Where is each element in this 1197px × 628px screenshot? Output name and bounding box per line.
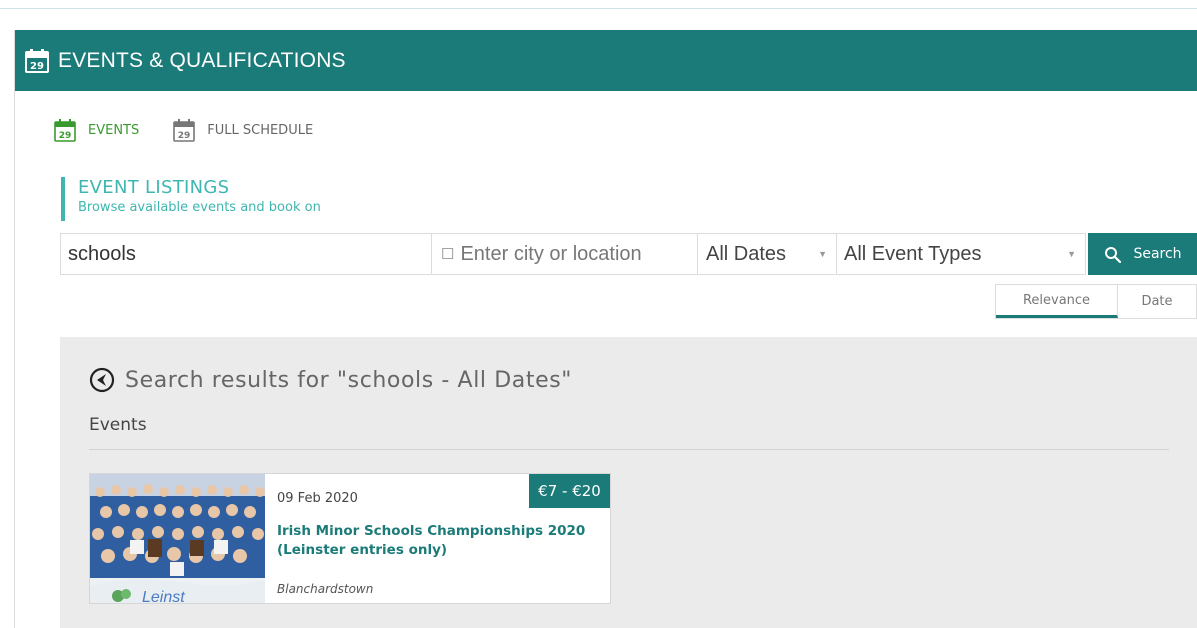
event-location: Blanchardstown [277,582,374,596]
search-button[interactable]: Search [1088,233,1197,275]
tab-events-label: EVENTS [88,122,140,138]
calendar-icon-number: 29 [30,61,44,72]
top-border-line [0,8,1197,9]
event-card[interactable]: Leinst 09 Feb 2020 €7 - €20 Irish Minor … [89,473,611,604]
dates-select-value: All Dates [706,242,787,265]
sort-date-button[interactable]: Date [1118,285,1196,318]
view-tabs: 29 EVENTS 29 FULL SCHEDULE [54,118,313,142]
search-bar: schools ☐ Enter city or location All Dat… [60,233,1197,275]
location-pin-icon: ☐ [441,246,455,263]
event-photo: Leinst [90,474,265,603]
listing-subtitle: Browse available events and book on [78,200,321,215]
calendar-icon: 29 [173,119,196,142]
keyword-input[interactable]: schools [60,233,432,275]
event-listings-heading: EVENT LISTINGS Browse available events a… [61,177,321,221]
caret-down-icon: ▼ [1067,249,1076,259]
tab-full-schedule[interactable]: 29 FULL SCHEDULE [173,118,313,142]
keyword-input-value: schools [68,242,136,265]
event-types-select-value: All Event Types [844,242,982,265]
page-title: EVENTS & QUALIFICATIONS [58,48,346,72]
listing-title: EVENT LISTINGS [78,177,230,198]
event-price-badge: €7 - €20 [529,474,610,508]
calendar-icon: 29 [54,119,76,142]
event-title[interactable]: Irish Minor Schools Championships 2020 (… [277,522,605,560]
events-section-label: Events [89,415,147,435]
left-border-line [14,30,15,628]
event-date: 09 Feb 2020 [277,491,358,506]
caret-down-icon: ▼ [818,249,827,259]
results-header: Search results for "schools - All Dates" [89,367,572,393]
search-icon [1105,246,1122,263]
location-input-placeholder: Enter city or location [460,242,642,265]
back-arrow-icon[interactable] [89,367,115,393]
event-types-select[interactable]: All Event Types ▼ [837,233,1086,275]
results-heading: Search results for "schools - All Dates" [125,367,572,393]
tab-events[interactable]: 29 EVENTS [54,118,139,142]
search-button-label: Search [1133,246,1182,262]
results-panel: Search results for "schools - All Dates"… [60,337,1197,628]
divider [89,449,1169,450]
dates-select[interactable]: All Dates ▼ [698,233,837,275]
sort-toggle: Relevance Date [995,284,1197,319]
sort-relevance-button[interactable]: Relevance [996,285,1118,318]
calendar-icon-number: 29 [178,131,191,141]
tab-full-schedule-label: FULL SCHEDULE [207,122,314,138]
calendar-icon-number: 29 [59,131,72,141]
location-input[interactable]: ☐ Enter city or location [432,233,698,275]
svg-text:Leinst: Leinst [142,589,185,603]
section-header: 29 EVENTS & QUALIFICATIONS [15,30,1197,91]
calendar-icon: 29 [25,48,49,73]
